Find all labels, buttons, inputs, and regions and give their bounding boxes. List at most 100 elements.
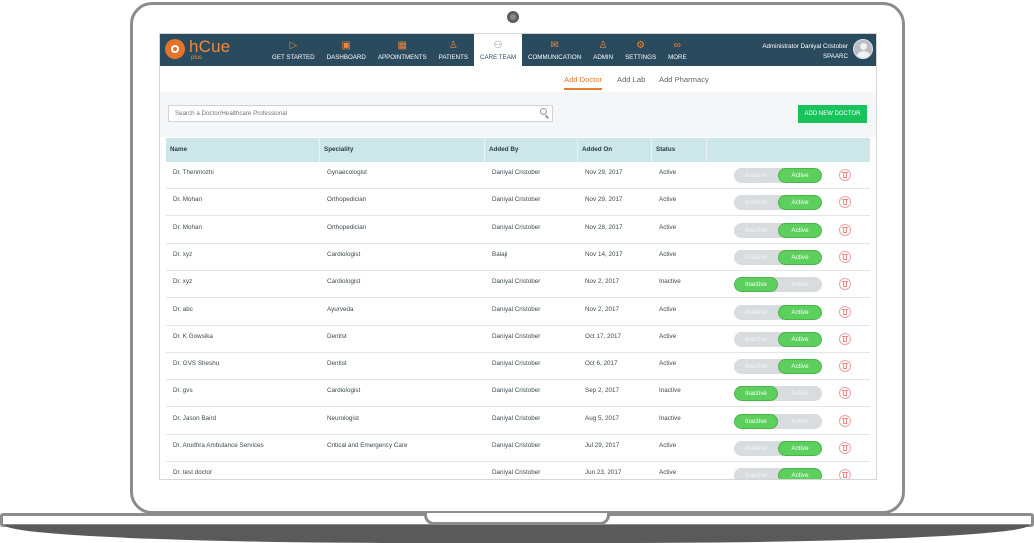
toggle-active-option[interactable]: Active: [778, 249, 822, 265]
chat-icon: ✉: [550, 39, 559, 51]
toggle-inactive-option[interactable]: Inactive: [734, 195, 778, 210]
status-toggle[interactable]: Inactive Active: [734, 304, 822, 320]
delete-icon[interactable]: [839, 169, 851, 181]
gear-icon: ⚙: [636, 39, 646, 51]
toggle-active-option[interactable]: Active: [778, 441, 822, 456]
status-toggle[interactable]: Inactive Active: [734, 441, 822, 456]
nav-item-care-team[interactable]: ⚇ CARE TEAM: [474, 34, 523, 66]
search-icon[interactable]: [540, 108, 547, 115]
table-row: Dr. Thenmozhi Gynaecologist Daniyal Cristo…: [166, 162, 870, 189]
cell-added-by: Daniyal Cristober: [492, 387, 541, 395]
toggle-active-option[interactable]: Active: [778, 468, 822, 479]
delete-icon[interactable]: [839, 360, 851, 373]
status-toggle[interactable]: Inactive Active: [734, 249, 822, 265]
delete-icon[interactable]: [839, 442, 851, 454]
toggle-inactive-option[interactable]: Inactive: [734, 413, 778, 429]
cell-added-on: Jul 29, 2017: [585, 442, 620, 449]
toggle-active-option[interactable]: Active: [778, 222, 822, 238]
status-toggle[interactable]: Inactive Active: [734, 386, 822, 402]
column-header-speciality[interactable]: Speciality: [324, 138, 353, 162]
status-toggle[interactable]: Inactive Active: [734, 468, 822, 479]
status-toggle[interactable]: Inactive Active: [734, 277, 822, 293]
search-input[interactable]: [168, 105, 553, 122]
status-toggle[interactable]: Inactive Active: [734, 222, 822, 238]
delete-icon[interactable]: [839, 223, 851, 236]
cell-added-by: Daniyal Cristober: [492, 305, 541, 313]
column-header-added-on[interactable]: Added On: [582, 138, 612, 162]
add-new-doctor-button[interactable]: ADD NEW DOCTOR: [798, 105, 867, 123]
toggle-active-option[interactable]: Active: [778, 331, 822, 347]
toggle-active-option[interactable]: Active: [778, 414, 822, 429]
table-row: Dr. abc Ayurveda Daniyal Cristober Nov 2, 2…: [166, 299, 870, 326]
toggle-active-option[interactable]: Active: [778, 168, 822, 183]
status-toggle[interactable]: Inactive Active: [734, 168, 822, 183]
column-header-added-by[interactable]: Added By: [489, 138, 518, 162]
cell-added-by: Daniyal Cristober: [492, 223, 541, 231]
delete-icon[interactable]: [839, 387, 851, 400]
cell-status: Active: [659, 469, 677, 477]
cell-added-by: Daniyal Cristober: [492, 360, 541, 368]
delete-icon[interactable]: [839, 414, 851, 427]
toggle-inactive-option[interactable]: Inactive: [734, 386, 778, 402]
column-header-status[interactable]: Status: [656, 138, 675, 162]
hcue-logo[interactable]: hCue plus: [163, 37, 267, 63]
cell-added-on: Jun 23, 2017: [585, 469, 622, 477]
delete-icon[interactable]: [839, 196, 851, 209]
toggle-inactive-option[interactable]: Inactive: [734, 441, 778, 456]
toggle-inactive-option[interactable]: Inactive: [734, 223, 778, 238]
toggle-inactive-option[interactable]: Inactive: [734, 168, 778, 183]
toggle-active-option[interactable]: Active: [778, 304, 822, 320]
table-row: Dr. K Gowsika Dentist Daniyal Cristober Oct…: [166, 326, 870, 353]
user-info[interactable]: Administrator Daniyal Cristober SPAARC: [762, 42, 848, 62]
nav-item-more[interactable]: ∞ MORE: [662, 34, 693, 66]
nav-item-dashboard[interactable]: ▣ DASHBOARD: [321, 34, 372, 66]
nav-item-settings[interactable]: ⚙ SETTINGS: [619, 34, 662, 66]
cell-added-on: Oct 17, 2017: [585, 332, 622, 340]
nav-item-appointments[interactable]: ▦ APPOINTMENTS: [372, 34, 433, 66]
cell-name: Dr. GVS Sheshu: [173, 360, 220, 368]
cell-added-on: Nov 2, 2017: [585, 305, 619, 313]
toggle-inactive-option[interactable]: Inactive: [734, 277, 778, 293]
nav-item-get-started[interactable]: ▷ GET STARTED: [266, 34, 321, 66]
status-toggle[interactable]: Inactive Active: [734, 413, 822, 429]
toggle-active-option[interactable]: Active: [778, 359, 822, 375]
cell-added-on: Sep 2, 2017: [585, 387, 619, 395]
nav-item-patients[interactable]: ♙ PATIENTS: [433, 34, 474, 66]
toggle-inactive-option[interactable]: Inactive: [734, 305, 778, 320]
laptop-bottom: [5, 525, 1029, 543]
toggle-inactive-option[interactable]: Inactive: [734, 359, 778, 374]
user-org: SPAARC: [823, 53, 848, 60]
toggle-inactive-option[interactable]: Inactive: [734, 250, 778, 265]
table-header: Name Speciality Added By Added On Status: [166, 138, 870, 162]
cell-added-on: Nov 14, 2017: [585, 250, 623, 258]
cell-status: Active: [659, 442, 677, 449]
nav-item-admin[interactable]: ♙ ADMIN: [587, 34, 619, 66]
column-divider: [484, 138, 485, 162]
tab-add-doctor[interactable]: Add Doctor: [564, 75, 602, 90]
table-row: Dr. Arudhra Ambulance Services Critical a…: [166, 435, 870, 462]
tab-add-pharmacy[interactable]: Add Pharmacy: [659, 75, 709, 88]
status-toggle[interactable]: Inactive Active: [734, 195, 822, 211]
column-header-name[interactable]: Name: [170, 138, 187, 162]
delete-icon[interactable]: [839, 250, 851, 263]
toggle-inactive-option[interactable]: Inactive: [734, 332, 778, 347]
toggle-active-option[interactable]: Active: [778, 195, 822, 211]
nav-item-communication[interactable]: ✉ COMMUNICATION: [522, 34, 587, 66]
delete-icon[interactable]: [839, 332, 851, 345]
table-row: Dr. gvs Cardiologist Daniyal Cristober Sep …: [166, 380, 870, 408]
avatar[interactable]: [853, 39, 873, 59]
toggle-active-option[interactable]: Active: [778, 277, 822, 292]
status-toggle[interactable]: Inactive Active: [734, 331, 822, 347]
delete-icon[interactable]: [839, 305, 851, 318]
tab-add-lab[interactable]: Add Lab: [617, 75, 645, 88]
cell-status: Inactive: [659, 414, 681, 422]
toggle-inactive-option[interactable]: Inactive: [734, 468, 778, 479]
status-toggle[interactable]: Inactive Active: [734, 359, 822, 375]
nav-item-label: SETTINGS: [625, 53, 657, 61]
toggle-active-option[interactable]: Active: [778, 386, 822, 401]
nav-item-label: CARE TEAM: [480, 53, 517, 61]
delete-icon[interactable]: [839, 469, 851, 479]
nav-item-label: COMMUNICATION: [528, 53, 582, 61]
logo-mark-icon: [165, 39, 185, 59]
delete-icon[interactable]: [839, 278, 851, 291]
